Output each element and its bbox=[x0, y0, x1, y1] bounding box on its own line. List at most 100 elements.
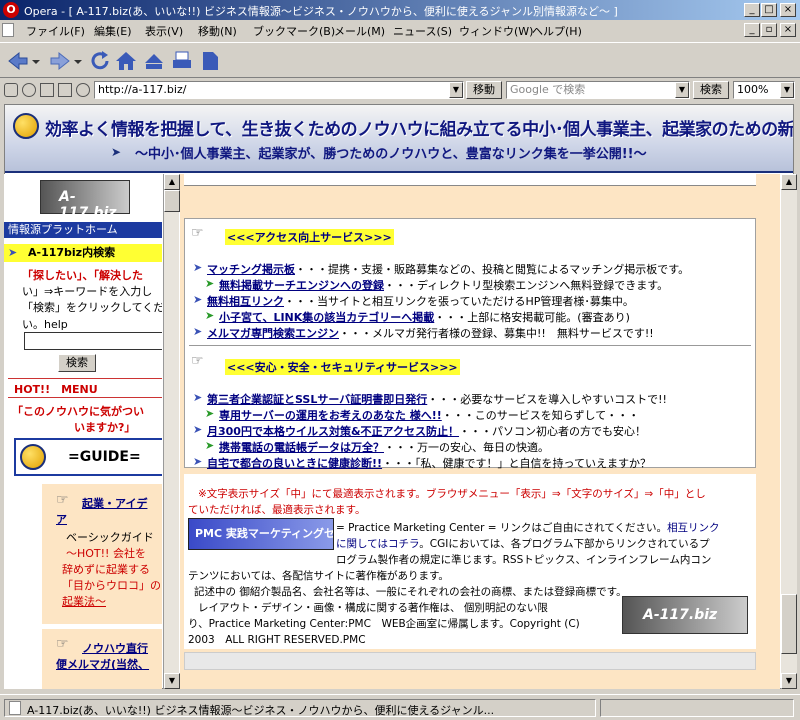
service-desc: ・・・「私、健康です！」と自信を持っていえますか？ bbox=[382, 457, 651, 470]
go-button[interactable]: 移動 bbox=[466, 81, 502, 99]
menu-edit[interactable]: 編集(E) bbox=[94, 23, 132, 39]
arrow-icon: ➤ bbox=[205, 407, 215, 420]
page-icon[interactable] bbox=[198, 49, 222, 73]
address-dropdown[interactable]: ▼ bbox=[449, 82, 463, 98]
arrow-icon: ➤ bbox=[193, 391, 203, 404]
service-link[interactable]: 小子宮て、LINK集の該当カテゴリーへ掲載 bbox=[219, 311, 434, 324]
transfer-icon[interactable] bbox=[58, 83, 72, 97]
status-progress bbox=[600, 699, 794, 717]
arrow-icon: ➤ bbox=[111, 145, 122, 159]
inner-minimize-button[interactable]: _ bbox=[744, 23, 760, 37]
menu-window[interactable]: ウィンドウ(W) bbox=[459, 23, 533, 39]
left-search-input[interactable] bbox=[24, 332, 162, 350]
section-title-security: <<<安心・安全・セキュリティサービス>>> bbox=[225, 359, 460, 375]
bottom-bar bbox=[184, 652, 756, 670]
print-icon[interactable] bbox=[170, 49, 194, 73]
forward-dropdown-icon[interactable] bbox=[74, 58, 82, 66]
item2-line-1[interactable]: 便メルマガ(当然、 bbox=[56, 656, 149, 672]
notes-icon[interactable] bbox=[40, 83, 54, 97]
notice-1: 「このノウハウに気がつい bbox=[12, 405, 144, 418]
banner-title: 効率よく情報を把握して、生き抜くためのノウハウに組み立てる中小･個人事業主、起業… bbox=[45, 120, 794, 140]
copyright-text-6: レイアウト・デザイン・画像・構成に関する著作権は、 個別明記のない限 bbox=[198, 602, 548, 614]
right-scrollbar[interactable]: ▲ ▼ bbox=[781, 174, 797, 689]
status-bar: A-117.biz(あ、いいな!!) ビジネス情報源〜ビジネス・ノウハウから、便… bbox=[0, 694, 800, 720]
back-icon[interactable] bbox=[6, 49, 30, 73]
item1-line-3: 辞めずに起業する bbox=[62, 563, 150, 576]
item1-title-link-2[interactable]: ア bbox=[56, 511, 67, 527]
footer-logo[interactable]: A-117.biz bbox=[622, 596, 748, 634]
copyright-text-8: 2003 ALL RIGHT RESERVED.PMC bbox=[188, 634, 366, 646]
left-scrollbar[interactable]: ▲ ▼ bbox=[163, 174, 180, 689]
service-desc: ・・・メルマガ発行者様の登録、募集中!! 無料サービスです!! bbox=[339, 327, 654, 340]
service-link[interactable]: 自宅で都合の良いときに健康診断!! bbox=[207, 457, 382, 470]
arrow-icon: ➤ bbox=[205, 277, 215, 290]
security-icon bbox=[4, 83, 18, 97]
service-link[interactable]: 携帯電話の電話帳データは万全？ bbox=[219, 441, 384, 454]
top-cut-row bbox=[184, 174, 756, 186]
address-bar: http://a-117.biz/ ▼ 移動 Google で検索 ▼ 検索 1… bbox=[0, 79, 800, 101]
menu-mail[interactable]: メール(M) bbox=[334, 23, 385, 39]
scroll-up-button[interactable]: ▲ bbox=[781, 174, 797, 190]
left-frame: A-117.biz 情報源プラットホーム A-117biz内検索 ➤ 「探したい… bbox=[4, 174, 162, 689]
menu-help[interactable]: ヘルプ(H) bbox=[532, 23, 582, 39]
opera-logo-icon: O bbox=[3, 2, 19, 18]
mutual-link-here[interactable]: に関してはコチラ bbox=[336, 538, 419, 550]
zoom-dropdown[interactable]: ▼ bbox=[780, 82, 794, 98]
pointing-hand-icon: ☞ bbox=[191, 353, 204, 369]
banner-logo-icon bbox=[13, 113, 39, 139]
footer-notice-2: ていただければ、最適表示されます。 bbox=[188, 504, 366, 516]
forward-icon[interactable] bbox=[48, 49, 72, 73]
left-search-button[interactable]: 検索 bbox=[58, 354, 96, 372]
service-link[interactable]: 第三者企業認証とSSLサーバ証明書即日発行 bbox=[207, 393, 427, 406]
menu-navigate[interactable]: 移動(N) bbox=[198, 23, 237, 39]
arrow-icon: ➤ bbox=[193, 325, 203, 338]
site-logo[interactable]: A-117.biz bbox=[40, 180, 130, 221]
search-input[interactable]: Google で検索 bbox=[506, 81, 690, 99]
arrow-icon: ➤ bbox=[205, 439, 215, 452]
hotlist-icon[interactable] bbox=[142, 49, 166, 73]
scroll-up-button[interactable]: ▲ bbox=[164, 174, 180, 190]
close-button[interactable]: × bbox=[780, 3, 796, 17]
service-link[interactable]: 無料相互リンク bbox=[207, 295, 284, 308]
service-link[interactable]: メルマガ専門検索エンジン bbox=[207, 327, 339, 340]
menu-file[interactable]: ファイル(F) bbox=[26, 23, 85, 39]
service-link[interactable]: マッチング掲示板 bbox=[207, 263, 295, 276]
menu-bookmarks[interactable]: ブックマーク(B) bbox=[253, 23, 335, 39]
reload-icon[interactable] bbox=[88, 49, 112, 73]
scroll-thumb[interactable] bbox=[164, 190, 180, 212]
service-link[interactable]: 月300円で本格ウイルス対策&不正アクセス防止！ bbox=[207, 425, 459, 438]
scroll-down-button[interactable]: ▼ bbox=[164, 673, 180, 689]
service-desc: ・・・当サイトと相互リンクを張っていただけるHP管理者様･募集中。 bbox=[284, 295, 634, 308]
item1-line-5[interactable]: 起業法〜 bbox=[62, 593, 106, 609]
pmc-logo[interactable]: PMC 実践マーケティングセンター bbox=[188, 518, 334, 550]
search-section-title: A-117biz内検索 bbox=[4, 244, 162, 262]
service-link[interactable]: 無料掲載サーチエンジンへの登録 bbox=[219, 279, 384, 292]
title-bar: O Opera - [ A-117.biz(あ、いいな!!) ビジネス情報源〜ビ… bbox=[0, 0, 800, 20]
inner-close-button[interactable]: × bbox=[780, 23, 796, 37]
mutual-link[interactable]: 相互リンク bbox=[667, 522, 720, 534]
menu-news[interactable]: ニュース(S) bbox=[393, 23, 452, 39]
minimize-button[interactable]: _ bbox=[744, 3, 760, 17]
inner-restore-button[interactable]: ▫ bbox=[761, 23, 777, 37]
camera-icon[interactable] bbox=[22, 83, 36, 97]
service-link[interactable]: 専用サーバーの運用をお考えのあなた 様へ!! bbox=[219, 409, 442, 422]
address-input[interactable]: http://a-117.biz/ bbox=[94, 81, 464, 99]
service-desc: ・・・ディレクトリ型検索エンジンへ無料登録できます。 bbox=[384, 279, 669, 292]
guide-box: =GUIDE= bbox=[14, 438, 162, 476]
window-title: Opera - [ A-117.biz(あ、いいな!!) ビジネス情報源〜ビジネ… bbox=[24, 5, 618, 18]
info-icon[interactable] bbox=[76, 83, 90, 97]
service-desc: ・・・パソコン初心者の方でも安心！ bbox=[459, 425, 647, 438]
copyright-text-4: テンツにおいては、各配信サイトに著作権があります。 bbox=[188, 570, 449, 582]
service-desc: ・・・提携・支援・販路募集などの、投稿と閲覧によるマッチング掲示板です。 bbox=[295, 263, 690, 276]
menu-view[interactable]: 表示(V) bbox=[145, 23, 183, 39]
item1-title-link[interactable]: 起業・アイデ bbox=[82, 495, 147, 511]
scroll-down-button[interactable]: ▼ bbox=[781, 673, 797, 689]
item2-title-link[interactable]: ノウハウ直行 bbox=[82, 640, 148, 656]
home-icon[interactable] bbox=[114, 49, 138, 73]
back-dropdown-icon[interactable] bbox=[32, 58, 40, 66]
search-button[interactable]: 検索 bbox=[693, 81, 729, 99]
search-text-2: い」⇒キーワードを入力し bbox=[22, 285, 153, 298]
maximize-button[interactable]: □ bbox=[761, 3, 777, 17]
scroll-thumb[interactable] bbox=[781, 594, 797, 654]
search-dropdown[interactable]: ▼ bbox=[675, 82, 689, 98]
